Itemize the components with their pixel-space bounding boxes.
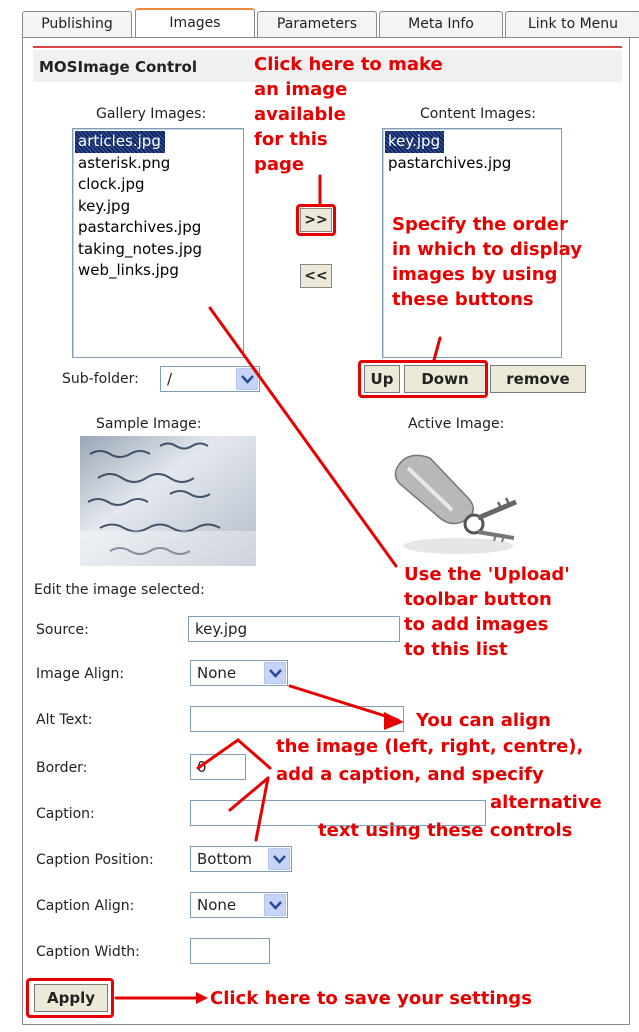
annotation-upload: Use the 'Upload' toolbar button to add i…: [404, 564, 570, 660]
annotation-align-line1: You can align: [416, 710, 551, 731]
annotation-save: Click here to save your settings: [210, 988, 532, 1009]
annotation-align-line4: alternative: [490, 792, 602, 813]
annotation-align-line5: text using these controls: [318, 820, 573, 841]
annotation-order: Specify the order in which to display im…: [392, 214, 583, 310]
annotation-align-line3: add a caption, and specify: [276, 764, 544, 785]
annotation-make-available: Click here to make an image available fo…: [254, 54, 443, 175]
annotation-align-line2: the image (left, right, centre),: [276, 736, 584, 757]
